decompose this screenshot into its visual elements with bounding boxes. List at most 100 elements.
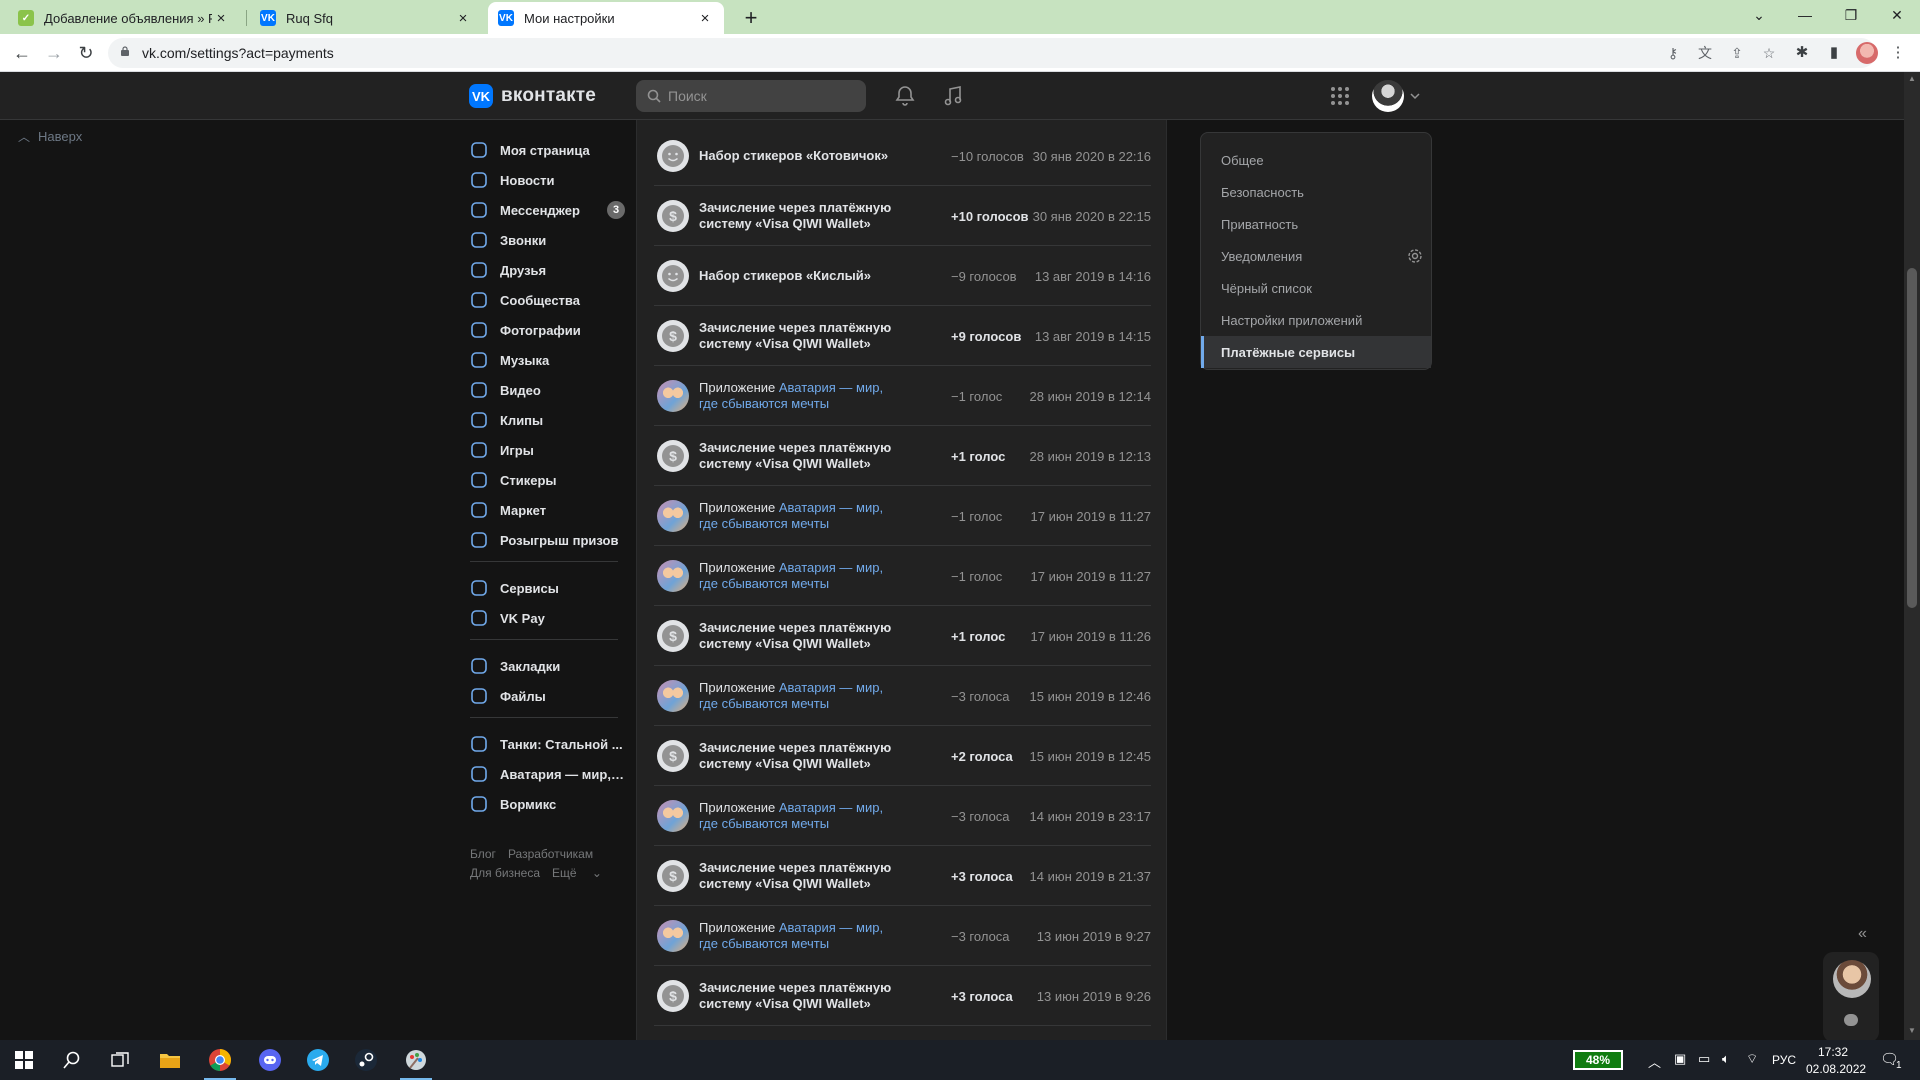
battery-icon[interactable]: ▭	[1698, 1051, 1710, 1067]
close-window-icon[interactable]: ✕	[1874, 0, 1920, 30]
app-avatar[interactable]	[657, 920, 689, 952]
notifications-bell-icon[interactable]	[893, 84, 917, 108]
scroll-to-top-link[interactable]: ︿ Наверх	[18, 128, 82, 145]
telegram-icon[interactable]	[294, 1040, 342, 1080]
app-avatar[interactable]	[657, 680, 689, 712]
battery-indicator[interactable]: 48%	[1573, 1050, 1623, 1070]
share-icon[interactable]: ⇪	[1728, 45, 1746, 61]
discord-icon[interactable]	[246, 1040, 294, 1080]
nav-item-bookmark[interactable]: Закладки	[470, 651, 625, 681]
app-avatar[interactable]	[657, 560, 689, 592]
nav-item-market[interactable]: Маркет	[470, 495, 625, 525]
vk-logo[interactable]: VK вконтакте	[469, 84, 596, 108]
scroll-up-arrow-icon[interactable]: ▲	[1907, 74, 1917, 84]
new-tab-button[interactable]: +	[737, 4, 765, 32]
back-icon[interactable]: ←	[8, 39, 36, 67]
vk-search[interactable]	[636, 80, 866, 112]
file-explorer-icon[interactable]	[146, 1040, 194, 1080]
nav-item-photo[interactable]: Фотографии	[470, 315, 625, 345]
nav-item-gamepad[interactable]: Танки: Стальной ...	[470, 729, 625, 759]
collapse-chats-icon[interactable]: «	[1858, 925, 1867, 943]
nav-item-gamepad[interactable]: Вормикс	[470, 789, 625, 819]
forward-icon[interactable]: →	[40, 39, 68, 67]
nav-item-video[interactable]: Видео	[470, 375, 625, 405]
user-avatar[interactable]	[1372, 80, 1404, 112]
nav-item-phone[interactable]: Звонки	[470, 225, 625, 255]
windows-start-icon[interactable]	[0, 1040, 48, 1080]
gear-icon[interactable]	[1407, 248, 1423, 264]
task-view-icon[interactable]	[96, 1040, 144, 1080]
app-avatar[interactable]	[657, 380, 689, 412]
search-input[interactable]	[666, 80, 856, 112]
browser-tab-ruq[interactable]: VK Ruq Sfq ×	[250, 2, 482, 34]
app-avatar[interactable]	[657, 800, 689, 832]
nav-item-vkpay[interactable]: VK Pay	[470, 603, 625, 633]
nav-item-user-circle[interactable]: Моя страница	[470, 135, 625, 165]
browser-tab-settings[interactable]: VK Мои настройки ×	[488, 2, 724, 34]
nav-item-gamepad[interactable]: Игры	[470, 435, 625, 465]
message-icon	[470, 201, 488, 219]
settings-menu-item[interactable]: Чёрный список	[1201, 272, 1431, 304]
translate-icon[interactable]: 文	[1696, 45, 1714, 61]
taskbar-search-icon[interactable]	[48, 1040, 96, 1080]
app-avatar[interactable]	[657, 500, 689, 532]
volume-icon[interactable]: 🔈︎	[1722, 1051, 1730, 1067]
reload-icon[interactable]: ↻	[72, 39, 100, 67]
browser-tab-ad[interactable]: ✓ Добавление объявления » Рын ×	[8, 2, 240, 34]
nav-item-friends[interactable]: Друзья	[470, 255, 625, 285]
nav-item-message[interactable]: Мессенджер 3	[470, 195, 625, 225]
tab-close-icon[interactable]: ×	[454, 10, 472, 27]
transaction-row: $ Зачисление через платёжную систему «Vis…	[654, 966, 1151, 1026]
settings-menu-item[interactable]: Платёжные сервисы	[1201, 336, 1431, 368]
scroll-down-arrow-icon[interactable]: ▼	[1907, 1026, 1917, 1036]
input-language[interactable]: РУС	[1772, 1053, 1796, 1067]
minimize-icon[interactable]: —	[1782, 0, 1828, 30]
tray-device-icon[interactable]: ▣	[1674, 1051, 1686, 1067]
nav-item-gamepad[interactable]: Аватария — мир, г...	[470, 759, 625, 789]
footer-blog-link[interactable]: Блог	[470, 847, 496, 861]
steam-icon[interactable]	[342, 1040, 390, 1080]
key-icon[interactable]: ⚷	[1664, 45, 1682, 61]
tray-expand-icon[interactable]: ︿	[1648, 1052, 1661, 1071]
nav-item-services[interactable]: Сервисы	[470, 573, 625, 603]
settings-menu-item[interactable]: Уведомления	[1201, 240, 1431, 272]
sticker-icon	[470, 471, 488, 489]
nav-item-gift[interactable]: Розыгрыш призов	[470, 525, 625, 555]
settings-menu-item[interactable]: Общее	[1201, 144, 1431, 176]
page-scrollbar[interactable]: ▲ ▼	[1904, 72, 1920, 1040]
apps-grid-icon[interactable]	[1328, 84, 1352, 108]
transaction-title: Приложение Аватария — мир, где сбываются…	[699, 666, 899, 726]
scrollbar-thumb[interactable]	[1907, 268, 1917, 608]
wifi-icon[interactable]: ⌔	[1746, 1051, 1758, 1067]
address-bar[interactable]: vk.com/settings?act=payments ⚷ 文 ⇪ ☆	[108, 38, 1876, 68]
nav-item-clips[interactable]: Клипы	[470, 405, 625, 435]
chat-contact-avatar[interactable]	[1833, 960, 1871, 998]
chevron-down-icon[interactable]	[1410, 92, 1420, 100]
tab-search-icon[interactable]: ⌄	[1736, 0, 1782, 30]
extensions-icon[interactable]: ✱	[1792, 43, 1812, 63]
music-player-icon[interactable]	[941, 84, 965, 108]
browser-profile-avatar[interactable]	[1856, 42, 1878, 64]
paint-app-icon[interactable]	[392, 1040, 440, 1080]
settings-menu-item[interactable]: Приватность	[1201, 208, 1431, 240]
settings-menu-item[interactable]: Безопасность	[1201, 176, 1431, 208]
settings-menu-item[interactable]: Настройки приложений	[1201, 304, 1431, 336]
bookmark-star-icon[interactable]: ☆	[1760, 45, 1778, 61]
side-panel-icon[interactable]: ▮	[1824, 43, 1844, 63]
nav-item-music[interactable]: Музыка	[470, 345, 625, 375]
nav-item-newsfeed[interactable]: Новости	[470, 165, 625, 195]
footer-more-link[interactable]: Ещё ⌄	[552, 866, 602, 880]
footer-business-link[interactable]: Для бизнеса	[470, 866, 540, 880]
browser-menu-icon[interactable]: ⋮	[1888, 43, 1908, 63]
chrome-icon[interactable]	[196, 1040, 244, 1080]
nav-item-communities[interactable]: Сообщества	[470, 285, 625, 315]
chat-bubble-icon[interactable]	[1844, 1014, 1858, 1026]
nav-item-sticker[interactable]: Стикеры	[470, 465, 625, 495]
nav-item-file[interactable]: Файлы	[470, 681, 625, 711]
footer-dev-link[interactable]: Разработчикам	[508, 847, 593, 861]
tab-close-icon[interactable]: ×	[696, 10, 714, 27]
restore-icon[interactable]: ❐	[1828, 0, 1874, 30]
clock-time[interactable]: 17:32	[1818, 1045, 1848, 1059]
tab-close-icon[interactable]: ×	[212, 10, 230, 27]
clock-date[interactable]: 02.08.2022	[1806, 1062, 1866, 1076]
